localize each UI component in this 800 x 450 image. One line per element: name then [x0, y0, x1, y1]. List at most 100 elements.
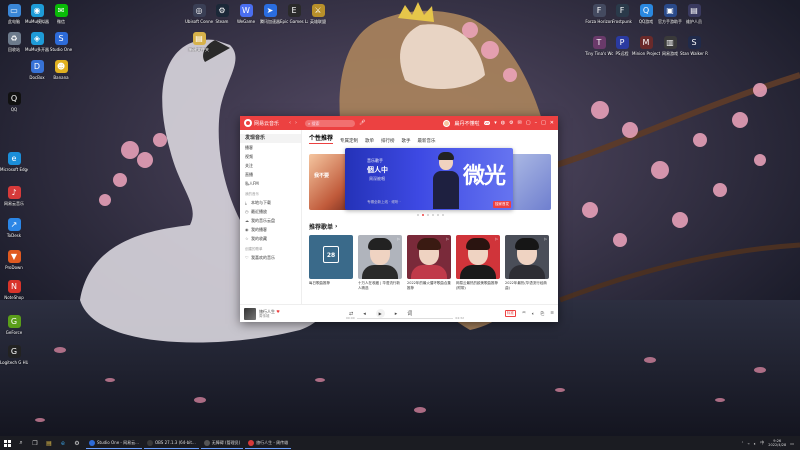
- network-icon[interactable]: ⌁: [747, 441, 749, 446]
- app-title: 网易云音乐: [254, 120, 280, 127]
- recommend-section-title[interactable]: 推荐歌单 ›: [309, 222, 551, 231]
- progress-bar[interactable]: 00:00 04:32: [346, 316, 464, 320]
- quality-badge[interactable]: 标准: [504, 310, 516, 317]
- desktop-icon-left-12[interactable]: ▼ ProDown: [0, 250, 28, 270]
- share-icon[interactable]: ⎘: [541, 311, 545, 317]
- sidebar-item-side-main-1[interactable]: 播客: [240, 143, 301, 152]
- taskbar-app-2[interactable]: 无障碍 (管理员): [200, 437, 244, 449]
- desktop-icon-left-15[interactable]: GLogitech G HUB: [0, 345, 28, 365]
- playlist-caption[interactable]: 2022年的最火循环歌曲合集推荐: [407, 281, 451, 290]
- desktop-icon-left-5[interactable]: S Studio One: [47, 32, 75, 52]
- sidebar-item-side-my-0[interactable]: ⤓ 本地与下载: [240, 198, 301, 207]
- banner-carousel[interactable]: 我不要 音乐歌手 個人中 周深被唱 微光 专辑全新上线 · 倾听 · 独家首发: [309, 148, 551, 216]
- sidebar-item-side-my-1[interactable]: ◷ 最近播放: [240, 207, 301, 216]
- mini-mode-icon[interactable]: ▢: [526, 120, 531, 126]
- taskbar-app-1[interactable]: OBS 27.1.3 (64-bit...: [143, 437, 199, 449]
- edge-icon[interactable]: e: [58, 438, 68, 448]
- playlist-cover[interactable]: ▷: [456, 235, 500, 279]
- user-name[interactable]: 扁丹不懂啦: [454, 120, 479, 127]
- taskbar-app-3[interactable]: 旅行人生 - 周传雄: [245, 437, 292, 449]
- sidebar-item-side-my-2[interactable]: ☁ 我的音乐云盘: [240, 216, 301, 225]
- notification-icon[interactable]: ▭: [790, 441, 794, 446]
- dropdown-icon[interactable]: ▾: [494, 120, 497, 126]
- app-icon: ✉: [54, 4, 68, 17]
- playlist-card[interactable]: ▷ 十万人在收藏 | 华语流行新人精选: [358, 235, 402, 290]
- skin-icon[interactable]: ◍: [501, 120, 505, 126]
- desktop-icon-left-7[interactable]: ☻ Banana: [47, 60, 75, 80]
- tab-1[interactable]: 专属定制: [340, 138, 358, 144]
- maximize-icon[interactable]: □: [541, 120, 546, 126]
- app-icon: [203, 439, 210, 446]
- desktop-icon-left-10[interactable]: ♪ 网易云音乐: [0, 186, 28, 206]
- desktop-icon-left-14[interactable]: G GeForce: [0, 315, 28, 335]
- sidebar-item-side-main-0[interactable]: 发现音乐: [240, 134, 301, 143]
- file-explorer-icon[interactable]: ▤: [44, 438, 54, 448]
- sidebar-item-side-main-3[interactable]: 关注: [240, 161, 301, 170]
- search-icon[interactable]: ⌕: [16, 438, 26, 448]
- forward-arrow-icon[interactable]: ›: [295, 120, 297, 126]
- start-button[interactable]: [0, 439, 14, 447]
- now-playing-artist[interactable]: 周传雄: [259, 314, 319, 319]
- tab-5[interactable]: 最新音乐: [418, 138, 436, 144]
- desktop-icon-right-9[interactable]: SStan Walker Remastered: [680, 36, 708, 56]
- playlist-cover[interactable]: ▷: [358, 235, 402, 279]
- settings-icon[interactable]: ⚙: [509, 120, 513, 126]
- tab-2[interactable]: 歌单: [365, 138, 374, 144]
- desktop-icon-top-5[interactable]: ⚔ 英雄联盟: [304, 4, 332, 24]
- sidebar-item-side-main-4[interactable]: 直播: [240, 170, 301, 179]
- play-count-icon: ▷: [397, 237, 400, 241]
- playlist-queue-icon[interactable]: ≡: [550, 311, 554, 316]
- sidebar-item-side-main-2[interactable]: 视频: [240, 152, 301, 161]
- tab-0[interactable]: 个性推荐: [309, 133, 334, 144]
- tab-3[interactable]: 排行榜: [381, 138, 395, 144]
- sidebar-item-side-main-5[interactable]: 私人FM: [240, 179, 301, 188]
- tab-4[interactable]: 歌手: [402, 138, 411, 144]
- playlist-cover[interactable]: ▷: [407, 235, 451, 279]
- close-icon[interactable]: ✕: [550, 120, 554, 126]
- microphone-icon[interactable]: 🎤︎: [359, 120, 365, 126]
- title-bar[interactable]: 网易云音乐 ‹ › ⌕ 搜索 🎤︎ 扁丹不懂啦 VIP ▾ ◍ ⚙ ✉ ▢ – …: [240, 116, 558, 130]
- banner-main[interactable]: 音乐歌手 個人中 周深被唱 微光 专辑全新上线 · 倾听 · 独家首发: [345, 148, 513, 210]
- desktop-icon-folder[interactable]: ▤ 新建文件夹: [185, 32, 213, 52]
- volume-icon[interactable]: 🔈︎: [532, 311, 535, 317]
- steam-icon[interactable]: ⚙: [72, 438, 82, 448]
- desktop-icon-left-9[interactable]: e Microsoft Edge: [0, 152, 28, 172]
- playlist-caption[interactable]: 网易云最热的欧美歌曲推荐(附带): [456, 281, 500, 290]
- sound-effect-icon[interactable]: ♒: [522, 311, 526, 316]
- playlist-caption[interactable]: 十万人在收藏 | 华语流行新人精选: [358, 281, 402, 290]
- chevron-up-icon[interactable]: ˄: [741, 441, 743, 446]
- playlist-cover[interactable]: ▷: [505, 235, 549, 279]
- playlist-card[interactable]: ▷ 2022年最热(华语流行经典曲): [505, 235, 549, 290]
- now-playing-cover[interactable]: [244, 307, 256, 320]
- now-playing-title[interactable]: 旅行人生: [259, 309, 275, 314]
- playlist-card[interactable]: ▷ 2022年的最火循环歌曲合集推荐: [407, 235, 451, 290]
- clock[interactable]: 9:26 2022/4/28: [768, 439, 786, 448]
- volume-icon[interactable]: 🔈︎: [754, 441, 756, 446]
- playlist-cover[interactable]: 28: [309, 235, 353, 279]
- desktop-icon-left-13[interactable]: N NoteShop: [0, 280, 28, 300]
- task-view-icon[interactable]: ❐: [30, 438, 40, 448]
- playlist-caption[interactable]: 每日歌曲推荐: [309, 281, 353, 290]
- sidebar-item-side-created-0[interactable]: ♡ 我喜欢的音乐: [240, 253, 301, 262]
- mail-icon[interactable]: ✉: [518, 120, 522, 126]
- app-icon: W: [239, 4, 253, 17]
- minimize-icon[interactable]: –: [535, 120, 538, 126]
- ime-icon[interactable]: 中: [760, 440, 764, 446]
- desktop-icon-left-8[interactable]: Q QQ: [0, 92, 28, 112]
- search-input[interactable]: ⌕ 搜索: [305, 119, 356, 127]
- desktop-icon-left-11[interactable]: ↗ ToDesk: [0, 218, 28, 238]
- playlist-card[interactable]: 28 每日歌曲推荐: [309, 235, 353, 290]
- user-avatar[interactable]: [443, 119, 451, 127]
- back-arrow-icon[interactable]: ‹: [289, 120, 291, 126]
- playlist-card[interactable]: ▷ 网易云最热的欧美歌曲推荐(附带): [456, 235, 500, 290]
- desktop-icon-right-4[interactable]: ▤ 维护人员: [680, 4, 708, 24]
- banner-artist-image: [433, 152, 459, 210]
- heart-icon[interactable]: ♥: [276, 309, 280, 314]
- banner-dots[interactable]: [309, 214, 551, 216]
- taskbar-app-0[interactable]: Studio One - 网易云...: [86, 437, 142, 449]
- sidebar-item-side-my-4[interactable]: ☆ 我的收藏: [240, 234, 301, 243]
- netease-music-window[interactable]: 网易云音乐 ‹ › ⌕ 搜索 🎤︎ 扁丹不懂啦 VIP ▾ ◍ ⚙ ✉ ▢ – …: [240, 116, 558, 322]
- desktop-icon-left-2[interactable]: ✉ 微信: [47, 4, 75, 24]
- playlist-caption[interactable]: 2022年最热(华语流行经典曲): [505, 281, 549, 290]
- sidebar-item-side-my-3[interactable]: ◉ 我的播客: [240, 225, 301, 234]
